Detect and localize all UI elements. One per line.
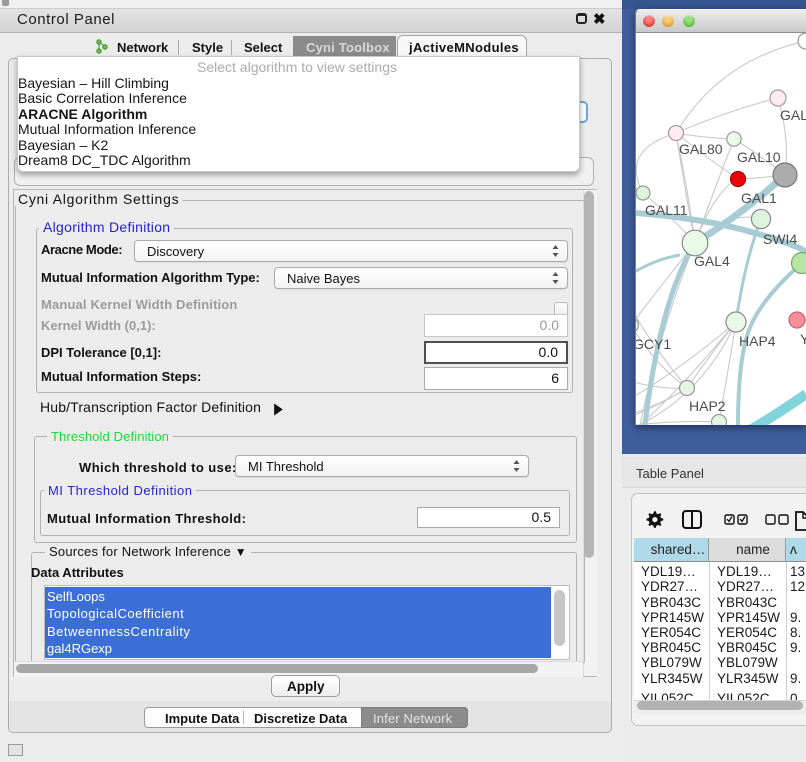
svg-text:GAL80: GAL80	[679, 141, 723, 157]
svg-text:GAL7: GAL7	[780, 107, 806, 123]
svg-text:HAP2: HAP2	[689, 398, 726, 414]
svg-text:YJ: YJ	[800, 331, 806, 347]
svg-text:HAP4: HAP4	[739, 333, 776, 349]
svg-text:GAL4: GAL4	[694, 253, 730, 269]
svg-text:SWI4: SWI4	[763, 231, 797, 247]
svg-text:GCY1: GCY1	[636, 336, 671, 352]
svg-text:GAL10: GAL10	[737, 149, 781, 165]
svg-text:GAL11: GAL11	[645, 202, 688, 218]
svg-text:GAL1: GAL1	[741, 190, 777, 206]
